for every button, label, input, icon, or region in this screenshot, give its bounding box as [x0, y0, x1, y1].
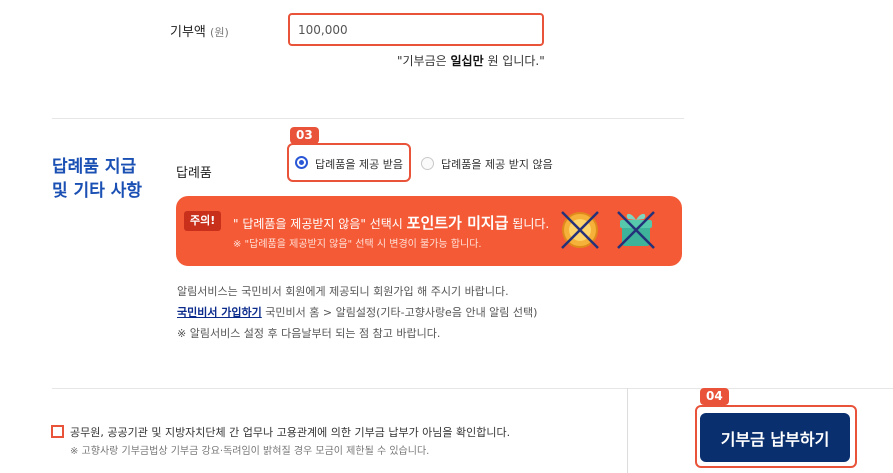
- warning-sub: ※ "답례품을 제공받지 않음" 선택 시 변경이 불가능 합니다.: [233, 239, 482, 250]
- option-receive-label[interactable]: 답례품을 제공 받음: [315, 156, 403, 172]
- bottom-divider: [52, 388, 627, 389]
- pay-button[interactable]: 기부금 납부하기: [700, 413, 850, 462]
- confirm-checkbox[interactable]: [51, 425, 64, 438]
- gift-crossed-icon: [617, 211, 655, 249]
- amount-value: 100,000: [298, 23, 348, 37]
- notice-line1: 알림서비스는 국민비서 회원에게 제공되니 회원가입 해 주시기 바랍니다.: [177, 285, 509, 298]
- step-badge-03: 03: [290, 127, 319, 144]
- section-title: 답례품 지급 및 기타 사항: [52, 157, 143, 201]
- gift-label: 답례품: [176, 166, 212, 181]
- coin-crossed-icon: [561, 211, 599, 249]
- radio-receive[interactable]: [295, 156, 308, 169]
- option-decline-label[interactable]: 답례품을 제공 받지 않음: [441, 156, 553, 172]
- amount-unit: (원): [210, 26, 229, 39]
- amount-note: "기부금은 일십만 원 입니다.": [397, 54, 545, 68]
- notice-line3: ※ 알림서비스 설정 후 다음날부터 되는 점 참고 바랍니다.: [177, 327, 441, 340]
- amount-label: 기부액 (원): [170, 25, 229, 40]
- step-badge-04: 04: [700, 388, 729, 405]
- confirm-text[interactable]: 공무원, 공공기관 및 지방자치단체 간 업무나 고용관계에 의한 기부금 납부…: [70, 424, 510, 440]
- bottom-divider-right: [627, 388, 893, 389]
- radio-decline[interactable]: [421, 157, 434, 170]
- warning-message: " 답례품을 제공받지 않음" 선택시 포인트가 미지급 됩니다.: [233, 214, 550, 232]
- confirm-subtext: ※ 고향사랑 기부금법상 기부금 강요·독려임이 밝혀질 경우 모금이 제한될 …: [70, 446, 430, 457]
- section-divider: [52, 118, 684, 119]
- signup-link[interactable]: 국민비서 가입하기: [177, 306, 262, 319]
- bottom-vertical-divider: [627, 388, 628, 473]
- notice-line2: 국민비서 가입하기 국민비서 홈 > 알림설정(기타-고향사랑e음 안내 알림 …: [177, 306, 538, 319]
- warning-tag: 주의!: [184, 211, 222, 231]
